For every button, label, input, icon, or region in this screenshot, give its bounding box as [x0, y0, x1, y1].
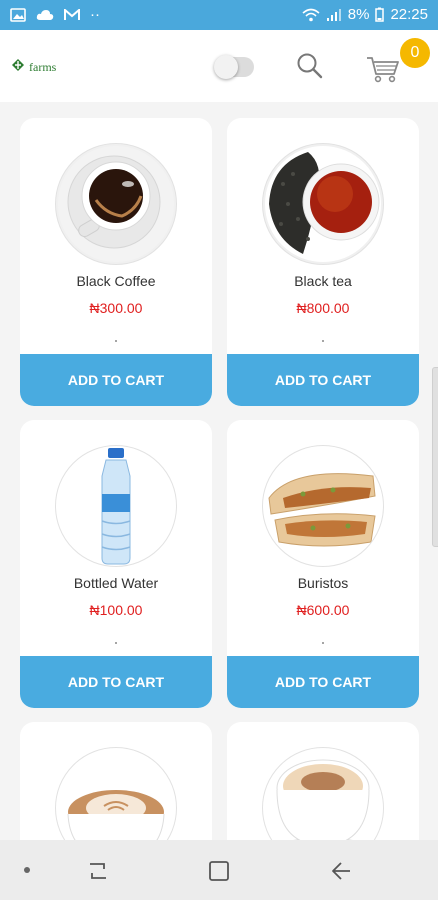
battery-percent: 8%: [347, 6, 370, 23]
latte-image: [55, 747, 177, 840]
leaf-logo-icon: [10, 58, 26, 77]
product-price: ₦800.00: [296, 300, 350, 316]
product-name: Black tea: [294, 273, 352, 289]
product-grid: Black Coffee ₦300.00 ADD TO CART Black t…: [0, 102, 438, 840]
search-button[interactable]: [296, 52, 324, 80]
toggle-knob: [214, 55, 238, 79]
cart-button[interactable]: [366, 54, 402, 84]
product-card-latte[interactable]: [20, 722, 212, 840]
separator-dot: [115, 642, 117, 644]
separator-dot: [115, 340, 117, 342]
product-name: Black Coffee: [76, 273, 156, 289]
logo-text: farms: [29, 60, 57, 74]
buristos-image: [262, 445, 384, 567]
battery-icon: [375, 7, 385, 22]
product-card-cappuccino[interactable]: [227, 722, 419, 840]
gmail-icon: [64, 8, 80, 21]
add-to-cart-button[interactable]: ADD TO CART: [20, 656, 212, 708]
signal-icon: [326, 8, 342, 22]
product-name: Buristos: [297, 575, 349, 591]
add-to-cart-button[interactable]: ADD TO CART: [227, 656, 419, 708]
cloud-icon: [36, 9, 54, 21]
black-tea-image: [262, 143, 384, 265]
app-header: farms 0: [0, 30, 438, 102]
nav-dot-indicator: [24, 867, 30, 873]
photo-icon: [10, 7, 26, 22]
mode-toggle[interactable]: [214, 55, 254, 79]
cart-count-badge[interactable]: 0: [400, 38, 430, 68]
scroll-handle[interactable]: [432, 367, 438, 547]
system-nav-bar: [0, 840, 438, 900]
back-button[interactable]: [330, 860, 354, 887]
product-price: ₦300.00: [89, 300, 143, 316]
add-to-cart-button[interactable]: ADD TO CART: [227, 354, 419, 406]
bottled-water-image: [55, 445, 177, 567]
cart-icon: [367, 57, 399, 83]
add-to-cart-button[interactable]: ADD TO CART: [20, 354, 212, 406]
separator-dot: [322, 642, 324, 644]
status-dots: ··: [90, 6, 100, 23]
separator-dot: [322, 340, 324, 342]
product-card-buristos[interactable]: Buristos ₦600.00 ADD TO CART: [227, 420, 419, 708]
product-card-bottled-water[interactable]: Bottled Water ₦100.00 ADD TO CART: [20, 420, 212, 708]
search-icon: [297, 53, 323, 79]
wifi-icon: [302, 8, 320, 22]
product-card-black-tea[interactable]: Black tea ₦800.00 ADD TO CART: [227, 118, 419, 406]
product-card-black-coffee[interactable]: Black Coffee ₦300.00 ADD TO CART: [20, 118, 212, 406]
logo[interactable]: farms: [10, 58, 56, 77]
recents-icon: [90, 863, 106, 879]
recents-button[interactable]: [86, 860, 110, 887]
cappuccino-image: [262, 747, 384, 840]
black-coffee-image: [55, 143, 177, 265]
product-price: ₦600.00: [296, 602, 350, 618]
back-icon: [332, 862, 350, 880]
status-bar: ·· 8% 22:25: [0, 0, 438, 30]
home-button[interactable]: [208, 860, 230, 887]
product-name: Bottled Water: [73, 575, 159, 591]
product-price: ₦100.00: [89, 602, 143, 618]
home-icon: [209, 861, 229, 881]
clock: 22:25: [390, 6, 428, 23]
